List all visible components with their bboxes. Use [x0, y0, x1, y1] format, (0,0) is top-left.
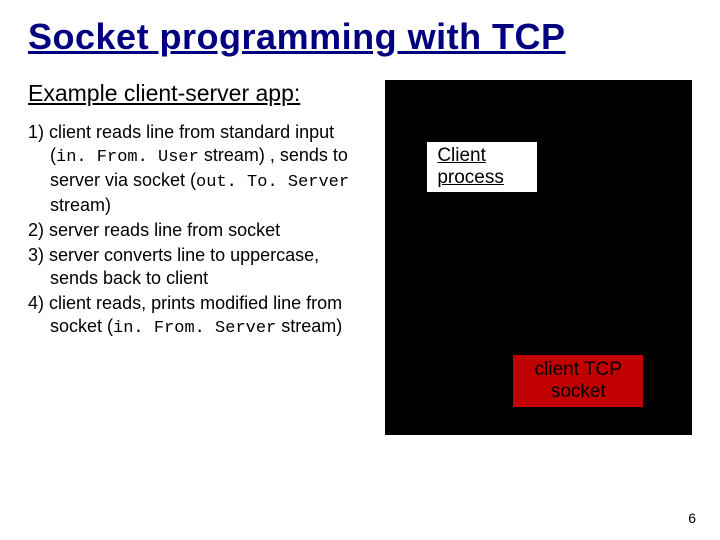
- code-inline: in. From. Server: [113, 319, 276, 338]
- page-number: 6: [688, 510, 696, 526]
- step-num: 3): [28, 245, 44, 265]
- client-process-box: Client process: [427, 142, 537, 192]
- step-num: 2): [28, 220, 44, 240]
- slide: Socket programming with TCP Example clie…: [0, 0, 720, 540]
- step-num: 4): [28, 293, 44, 313]
- step-text: server converts line to uppercase, sends…: [49, 245, 319, 288]
- diagram-panel: Client process client TCP socket: [385, 80, 692, 435]
- step-3: 3) server converts line to uppercase, se…: [28, 244, 369, 290]
- step-4: 4) client reads, prints modified line fr…: [28, 292, 369, 340]
- step-text: stream): [50, 195, 111, 215]
- step-num: 1): [28, 122, 44, 142]
- steps-list: 1) client reads line from standard input…: [28, 121, 369, 339]
- slide-title: Socket programming with TCP: [28, 16, 692, 58]
- client-tcp-socket-box: client TCP socket: [513, 355, 643, 407]
- text-column: Example client-server app: 1) client rea…: [28, 80, 379, 435]
- step-1: 1) client reads line from standard input…: [28, 121, 369, 217]
- content-columns: Example client-server app: 1) client rea…: [28, 80, 692, 435]
- step-2: 2) server reads line from socket: [28, 219, 369, 242]
- subheading: Example client-server app:: [28, 80, 369, 107]
- code-inline: in. From. User: [56, 148, 199, 167]
- code-inline: out. To. Server: [196, 173, 349, 192]
- step-text: server reads line from socket: [49, 220, 280, 240]
- step-text: stream): [276, 316, 342, 336]
